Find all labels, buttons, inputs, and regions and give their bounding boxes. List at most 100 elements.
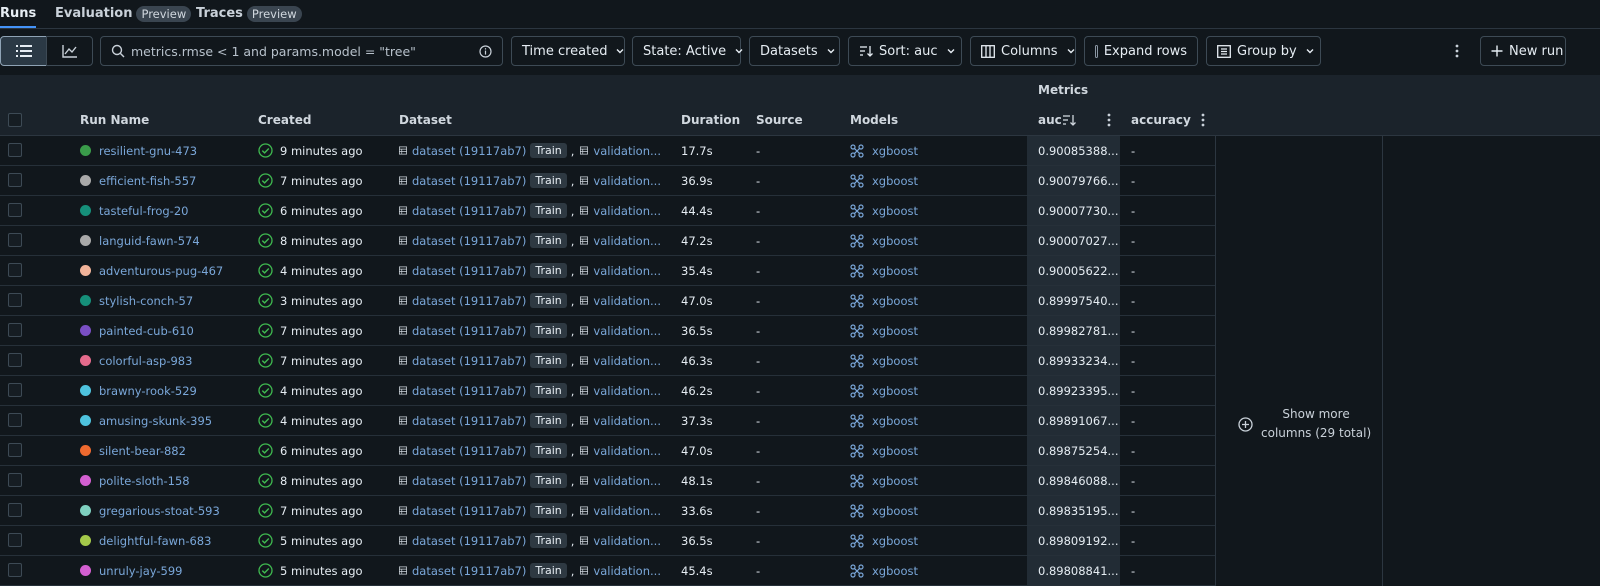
- validation-dataset-link[interactable]: validation...: [593, 444, 661, 458]
- table-row[interactable]: resilient-gnu-473 9 minutes ago dataset …: [0, 136, 1215, 166]
- validation-dataset-link[interactable]: validation...: [593, 414, 661, 428]
- validation-dataset-link[interactable]: validation...: [593, 384, 661, 398]
- model-link[interactable]: xgboost: [872, 384, 918, 398]
- validation-dataset-link[interactable]: validation...: [593, 294, 661, 308]
- header-created[interactable]: Created: [258, 113, 311, 127]
- model-link[interactable]: xgboost: [872, 264, 918, 278]
- table-row[interactable]: painted-cub-610 7 minutes ago dataset (1…: [0, 316, 1215, 346]
- validation-dataset-link[interactable]: validation...: [593, 204, 661, 218]
- tab-traces[interactable]: Traces Preview: [196, 6, 302, 28]
- dataset-link[interactable]: dataset (19117ab7): [412, 204, 526, 218]
- run-name-link[interactable]: silent-bear-882: [99, 444, 186, 458]
- dataset-link[interactable]: dataset (19117ab7): [412, 234, 526, 248]
- run-name-link[interactable]: efficient-fish-557: [99, 174, 196, 188]
- dataset-link[interactable]: dataset (19117ab7): [412, 504, 526, 518]
- run-name-link[interactable]: colorful-asp-983: [99, 354, 192, 368]
- kebab-icon[interactable]: [1107, 113, 1111, 127]
- row-checkbox[interactable]: [8, 233, 22, 247]
- table-row[interactable]: stylish-conch-57 3 minutes ago dataset (…: [0, 286, 1215, 316]
- model-link[interactable]: xgboost: [872, 564, 918, 578]
- table-row[interactable]: adventurous-pug-467 4 minutes ago datase…: [0, 256, 1215, 286]
- model-link[interactable]: xgboost: [872, 324, 918, 338]
- dataset-link[interactable]: dataset (19117ab7): [412, 324, 526, 338]
- run-name-link[interactable]: polite-sloth-158: [99, 474, 190, 488]
- model-link[interactable]: xgboost: [872, 234, 918, 248]
- table-row[interactable]: tasteful-frog-20 6 minutes ago dataset (…: [0, 196, 1215, 226]
- run-name-link[interactable]: brawny-rook-529: [99, 384, 197, 398]
- row-checkbox[interactable]: [8, 323, 22, 337]
- row-checkbox[interactable]: [8, 503, 22, 517]
- list-view-button[interactable]: [0, 36, 48, 66]
- validation-dataset-link[interactable]: validation...: [593, 324, 661, 338]
- run-name-link[interactable]: gregarious-stoat-593: [99, 504, 220, 518]
- model-link[interactable]: xgboost: [872, 204, 918, 218]
- datasets-dropdown[interactable]: Datasets: [749, 36, 840, 66]
- info-icon[interactable]: [479, 44, 492, 58]
- select-all-checkbox[interactable]: [8, 113, 22, 127]
- header-auc[interactable]: auc: [1038, 113, 1062, 127]
- model-link[interactable]: xgboost: [872, 414, 918, 428]
- dataset-link[interactable]: dataset (19117ab7): [412, 564, 526, 578]
- table-row[interactable]: efficient-fish-557 7 minutes ago dataset…: [0, 166, 1215, 196]
- validation-dataset-link[interactable]: validation...: [593, 234, 661, 248]
- header-models[interactable]: Models: [850, 113, 898, 127]
- validation-dataset-link[interactable]: validation...: [593, 264, 661, 278]
- dataset-link[interactable]: dataset (19117ab7): [412, 534, 526, 548]
- tab-evaluation[interactable]: Evaluation Preview: [55, 6, 192, 28]
- tab-runs[interactable]: Runs: [0, 6, 37, 28]
- header-accuracy[interactable]: accuracy: [1131, 113, 1191, 127]
- row-checkbox[interactable]: [8, 473, 22, 487]
- validation-dataset-link[interactable]: validation...: [593, 144, 661, 158]
- model-link[interactable]: xgboost: [872, 444, 918, 458]
- model-link[interactable]: xgboost: [872, 294, 918, 308]
- columns-dropdown[interactable]: Columns: [970, 36, 1076, 66]
- model-link[interactable]: xgboost: [872, 144, 918, 158]
- row-checkbox[interactable]: [8, 563, 22, 577]
- model-link[interactable]: xgboost: [872, 534, 918, 548]
- header-source[interactable]: Source: [756, 113, 803, 127]
- time-created-dropdown[interactable]: Time created: [511, 36, 625, 66]
- search-input[interactable]: metrics.rmse < 1 and params.model = "tre…: [100, 36, 503, 66]
- expand-rows-toggle[interactable]: Expand rows: [1084, 36, 1198, 66]
- validation-dataset-link[interactable]: validation...: [593, 174, 661, 188]
- expand-rows-checkbox[interactable]: [1095, 44, 1098, 58]
- kebab-icon[interactable]: [1201, 113, 1205, 127]
- row-checkbox[interactable]: [8, 293, 22, 307]
- model-link[interactable]: xgboost: [872, 174, 918, 188]
- validation-dataset-link[interactable]: validation...: [593, 474, 661, 488]
- table-row[interactable]: delightful-fawn-683 5 minutes ago datase…: [0, 526, 1215, 556]
- run-name-link[interactable]: tasteful-frog-20: [99, 204, 188, 218]
- validation-dataset-link[interactable]: validation...: [593, 534, 661, 548]
- row-checkbox[interactable]: [8, 533, 22, 547]
- row-checkbox[interactable]: [8, 143, 22, 157]
- model-link[interactable]: xgboost: [872, 354, 918, 368]
- validation-dataset-link[interactable]: validation...: [593, 504, 661, 518]
- run-name-link[interactable]: amusing-skunk-395: [99, 414, 212, 428]
- header-dataset[interactable]: Dataset: [399, 113, 452, 127]
- show-more-columns-button[interactable]: Show more columns (29 total): [1238, 405, 1371, 443]
- run-name-link[interactable]: languid-fawn-574: [99, 234, 200, 248]
- model-link[interactable]: xgboost: [872, 474, 918, 488]
- more-options-button[interactable]: [1450, 36, 1464, 66]
- row-checkbox[interactable]: [8, 443, 22, 457]
- row-checkbox[interactable]: [8, 263, 22, 277]
- dataset-link[interactable]: dataset (19117ab7): [412, 264, 526, 278]
- dataset-link[interactable]: dataset (19117ab7): [412, 144, 526, 158]
- dataset-link[interactable]: dataset (19117ab7): [412, 354, 526, 368]
- dataset-link[interactable]: dataset (19117ab7): [412, 294, 526, 308]
- model-link[interactable]: xgboost: [872, 504, 918, 518]
- header-run-name[interactable]: Run Name: [80, 113, 149, 127]
- group-by-dropdown[interactable]: Group by: [1206, 36, 1321, 66]
- table-row[interactable]: brawny-rook-529 4 minutes ago dataset (1…: [0, 376, 1215, 406]
- dataset-link[interactable]: dataset (19117ab7): [412, 474, 526, 488]
- row-checkbox[interactable]: [8, 173, 22, 187]
- run-name-link[interactable]: unruly-jay-599: [99, 564, 183, 578]
- header-duration[interactable]: Duration: [681, 113, 740, 127]
- chart-view-button[interactable]: [46, 36, 93, 66]
- row-checkbox[interactable]: [8, 203, 22, 217]
- run-name-link[interactable]: painted-cub-610: [99, 324, 194, 338]
- sort-dropdown[interactable]: Sort: auc: [848, 36, 962, 66]
- new-run-button[interactable]: New run: [1480, 36, 1566, 66]
- table-row[interactable]: silent-bear-882 6 minutes ago dataset (1…: [0, 436, 1215, 466]
- row-checkbox[interactable]: [8, 383, 22, 397]
